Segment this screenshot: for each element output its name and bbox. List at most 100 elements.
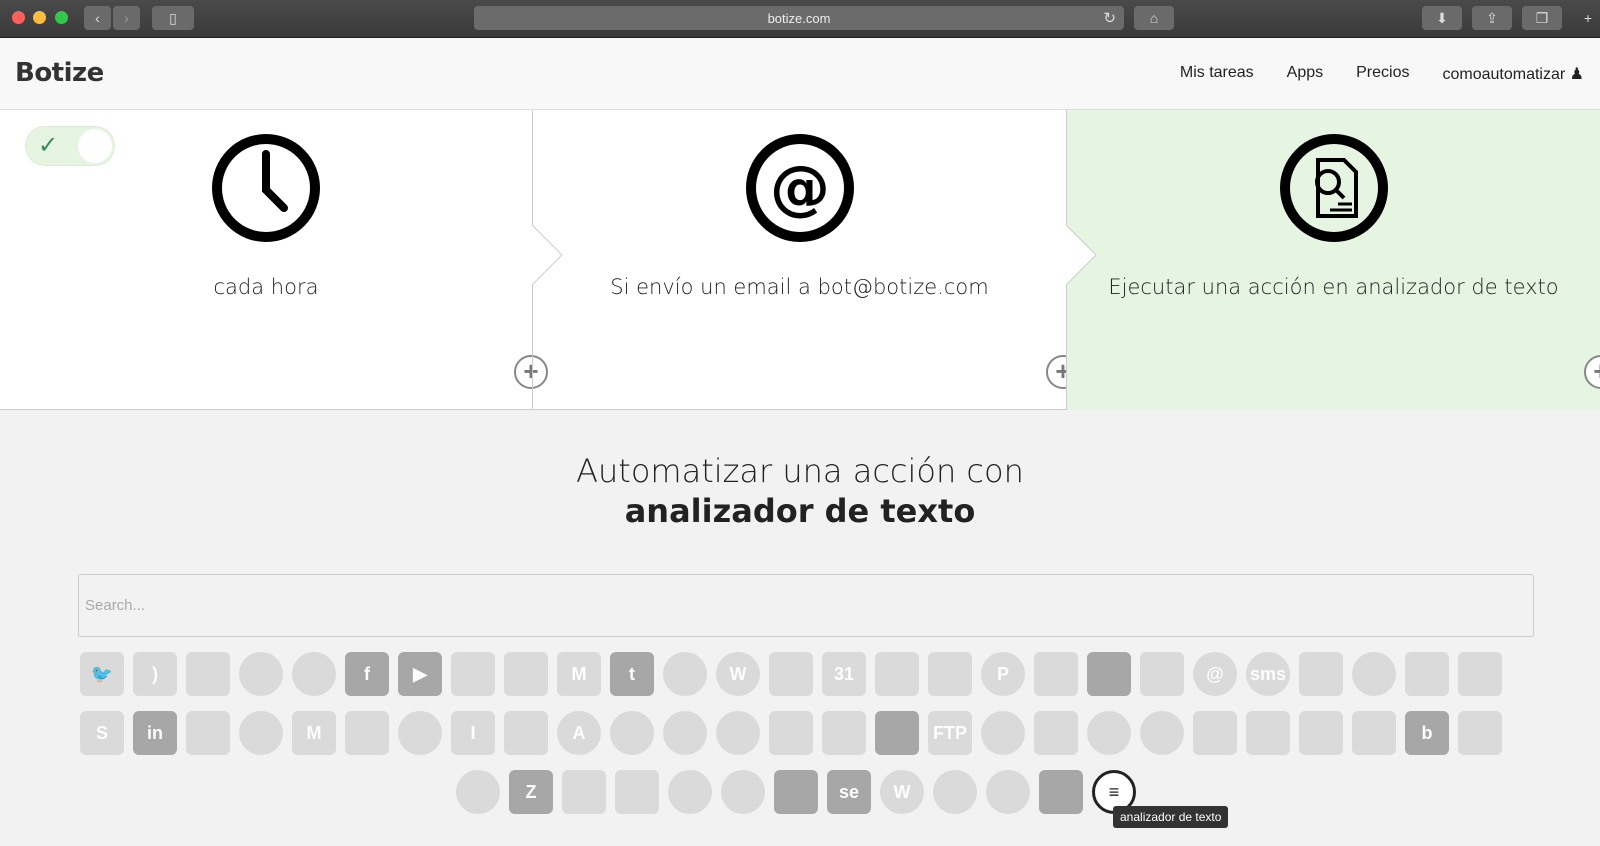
- zoho-projects-icon[interactable]: [345, 711, 389, 755]
- ftp-icon[interactable]: FTP: [928, 711, 972, 755]
- hand-icon[interactable]: [663, 652, 707, 696]
- apps-row: Zse W ≡: [80, 770, 1520, 820]
- sidebar-toggle-button[interactable]: ▯: [152, 6, 194, 30]
- box-icon[interactable]: [504, 711, 548, 755]
- monogram-icon[interactable]: [774, 770, 818, 814]
- mailchimp-icon[interactable]: [504, 652, 548, 696]
- downloads-button[interactable]: ⬇: [1422, 6, 1462, 30]
- magnet-icon[interactable]: [186, 711, 230, 755]
- filter-icon[interactable]: [398, 711, 442, 755]
- address-bar[interactable]: botize.com ↻: [474, 6, 1124, 30]
- reload-icon[interactable]: ↻: [1103, 9, 1116, 27]
- like-icon[interactable]: [716, 711, 760, 755]
- linkedin-icon[interactable]: in: [133, 711, 177, 755]
- step-label: Ejecutar una acción en analizador de tex…: [1108, 275, 1559, 299]
- nav-apps[interactable]: Apps: [1287, 64, 1323, 84]
- outlook-icon[interactable]: [822, 711, 866, 755]
- pocket-icon[interactable]: [1140, 652, 1184, 696]
- arch-icon[interactable]: [562, 770, 606, 814]
- email-icon[interactable]: @: [1193, 652, 1237, 696]
- toggle-icon[interactable]: [456, 770, 500, 814]
- step-trigger[interactable]: ✓ cada hora +: [0, 110, 548, 410]
- groups-icon[interactable]: [721, 770, 765, 814]
- pinterest-icon[interactable]: P: [981, 652, 1025, 696]
- step-filter[interactable]: @ Si envío un email a bot@botize.com +: [532, 110, 1080, 410]
- add-step-button[interactable]: +: [1584, 355, 1600, 389]
- paint-icon[interactable]: [981, 711, 1025, 755]
- back-button[interactable]: ‹: [84, 6, 111, 30]
- app-tooltip: analizador de texto: [1113, 806, 1229, 828]
- analytics-icon[interactable]: [1034, 711, 1078, 755]
- lab-icon[interactable]: [239, 652, 283, 696]
- facebook-page-icon[interactable]: [186, 652, 230, 696]
- rss-icon[interactable]: ): [133, 652, 177, 696]
- close-window-button[interactable]: [12, 11, 25, 24]
- todo-icon[interactable]: [1405, 652, 1449, 696]
- share-button[interactable]: ⇪: [1472, 6, 1512, 30]
- twitter-icon[interactable]: 🐦: [80, 652, 124, 696]
- bars-2-icon[interactable]: [615, 770, 659, 814]
- step-label: cada hora: [213, 275, 319, 299]
- pushpin-icon[interactable]: [1034, 652, 1078, 696]
- user-name: comoautomatizar: [1442, 66, 1566, 83]
- sheets-2-icon[interactable]: [1352, 711, 1396, 755]
- wordpress-icon[interactable]: W: [880, 770, 924, 814]
- evernote-icon[interactable]: [1299, 652, 1343, 696]
- instapaper-icon[interactable]: I: [451, 711, 495, 755]
- bing-icon[interactable]: b: [1405, 711, 1449, 755]
- nav-user[interactable]: comoautomatizar ♟: [1442, 64, 1584, 84]
- gmail-icon[interactable]: M: [557, 652, 601, 696]
- sheets-icon[interactable]: [1458, 652, 1502, 696]
- document-icon[interactable]: [875, 711, 919, 755]
- slack-icon[interactable]: S: [80, 711, 124, 755]
- user-icon: ♟: [1569, 66, 1584, 83]
- blogger-icon[interactable]: [928, 652, 972, 696]
- minimize-window-button[interactable]: [33, 11, 46, 24]
- yahoo-weather-icon[interactable]: [451, 652, 495, 696]
- sms-icon[interactable]: sms: [1246, 652, 1290, 696]
- app-search-input[interactable]: Search...: [78, 574, 1534, 637]
- dropbox-icon[interactable]: [769, 652, 813, 696]
- facebook-icon[interactable]: f: [345, 652, 389, 696]
- instagram-icon[interactable]: [292, 652, 336, 696]
- maximize-window-button[interactable]: [55, 11, 68, 24]
- chart-icon[interactable]: [1246, 711, 1290, 755]
- se-icon[interactable]: se: [827, 770, 871, 814]
- google-drive-icon[interactable]: [875, 652, 919, 696]
- logo[interactable]: Botize: [15, 58, 104, 88]
- nav-mis-tareas[interactable]: Mis tareas: [1180, 64, 1254, 84]
- forward-button[interactable]: ›: [113, 6, 140, 30]
- contacts-icon[interactable]: [769, 711, 813, 755]
- list-icon[interactable]: [663, 711, 707, 755]
- nav-precios[interactable]: Precios: [1356, 64, 1409, 84]
- botize-icon[interactable]: [1087, 652, 1131, 696]
- compass-icon[interactable]: [668, 770, 712, 814]
- trello-icon[interactable]: [1193, 711, 1237, 755]
- bars-icon[interactable]: [1299, 711, 1343, 755]
- chat-icon[interactable]: [610, 711, 654, 755]
- section-title-line1: Automatizar una acción con: [576, 452, 1024, 490]
- globe-icon[interactable]: [1140, 711, 1184, 755]
- amazon-icon[interactable]: A: [557, 711, 601, 755]
- tumblr-icon[interactable]: t: [610, 652, 654, 696]
- messenger-icon[interactable]: [1087, 711, 1131, 755]
- doc-icon[interactable]: [986, 770, 1030, 814]
- block-icon[interactable]: [1039, 770, 1083, 814]
- tabs-button[interactable]: ❐: [1522, 6, 1562, 30]
- zendesk-icon[interactable]: Z: [509, 770, 553, 814]
- task-steps: ✓ cada hora + @ Si envío un email a bot@…: [0, 110, 1600, 410]
- home-button[interactable]: ⌂: [1134, 6, 1174, 30]
- mail-icon[interactable]: [239, 711, 283, 755]
- wordpress-xmlrpc-icon[interactable]: W: [716, 652, 760, 696]
- calendar-icon[interactable]: 31: [822, 652, 866, 696]
- task-toggle[interactable]: ✓: [25, 126, 115, 166]
- sync-icon[interactable]: [933, 770, 977, 814]
- youtube-icon[interactable]: ▶: [398, 652, 442, 696]
- mysql-icon[interactable]: [1458, 711, 1502, 755]
- new-tab-button[interactable]: +: [1578, 6, 1598, 30]
- step-action[interactable]: Ejecutar una acción en analizador de tex…: [1066, 110, 1600, 410]
- browser-chrome: ‹ › ▯ botize.com ↻ ⌂ ⬇ ⇪ ❐ +: [0, 0, 1600, 38]
- webhooks-icon[interactable]: [1352, 652, 1396, 696]
- step-arrow: [532, 110, 563, 410]
- gmail-2-icon[interactable]: M: [292, 711, 336, 755]
